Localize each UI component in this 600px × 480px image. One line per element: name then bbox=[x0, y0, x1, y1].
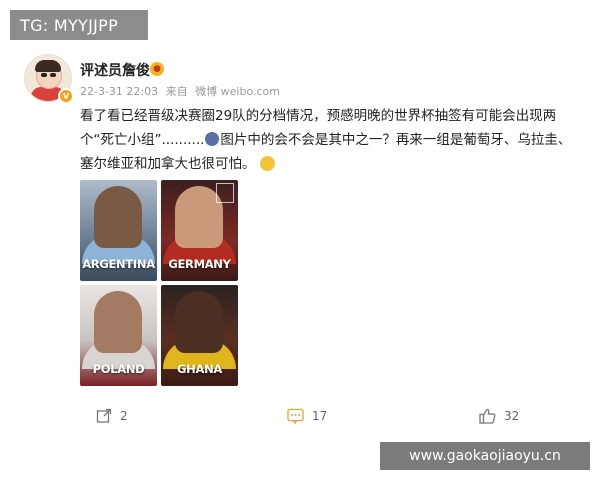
image-tile-argentina[interactable]: ARGENTINA bbox=[80, 180, 157, 281]
tile-logo-icon bbox=[216, 183, 234, 203]
post-meta: 22-3-31 22:03 来自 微博 weibo.com bbox=[80, 83, 284, 99]
country-label: ARGENTINA bbox=[82, 257, 155, 271]
avatar-eye-right bbox=[50, 73, 56, 77]
image-grid: ARGENTINA GERMANY POLAND GHANA bbox=[80, 180, 239, 390]
post-timestamp: 22-3-31 22:03 bbox=[80, 85, 159, 98]
weibo-post-screenshot: TG: MYYJJPP V 评述员詹俊 ● 22-3-31 22:03 来自 微… bbox=[0, 0, 600, 480]
player-head bbox=[94, 186, 142, 248]
image-tile-germany[interactable]: GERMANY bbox=[161, 180, 238, 281]
comment-icon bbox=[287, 408, 304, 424]
repost-count: 2 bbox=[120, 409, 128, 423]
avatar-hair bbox=[35, 60, 61, 72]
watermark-url: www.gaokaojiaoyu.cn bbox=[380, 442, 590, 470]
laughing-emoji-icon bbox=[259, 156, 275, 171]
comment-button[interactable]: 17 bbox=[287, 408, 327, 424]
player-head bbox=[94, 291, 142, 353]
country-label: GERMANY bbox=[168, 257, 231, 271]
repost-button[interactable]: 2 bbox=[96, 408, 128, 424]
share-icon bbox=[96, 408, 112, 423]
emoji-badge-icon: ● bbox=[150, 62, 164, 76]
like-button[interactable]: 32 bbox=[479, 408, 519, 424]
post-source[interactable]: 微博 weibo.com bbox=[195, 85, 280, 98]
avatar-eye-left bbox=[41, 73, 47, 77]
image-tile-ghana[interactable]: GHANA bbox=[161, 285, 238, 386]
post-text: 看了看已经晋级决赛圈29队的分档情况，预感明晚的世界杯抽签有可能会出现两个“死亡… bbox=[80, 104, 580, 176]
comment-count: 17 bbox=[312, 409, 328, 423]
user-name[interactable]: 评述员詹俊 bbox=[80, 60, 150, 80]
country-label: POLAND bbox=[92, 362, 145, 376]
country-label: GHANA bbox=[177, 362, 222, 376]
verified-badge-icon: V bbox=[58, 88, 74, 104]
action-bar: 2 17 32 bbox=[0, 402, 600, 432]
like-count: 32 bbox=[504, 409, 520, 423]
inline-avatar-icon bbox=[205, 132, 220, 146]
player-head bbox=[175, 291, 223, 353]
image-tile-poland[interactable]: POLAND bbox=[80, 285, 157, 386]
thumbs-up-icon bbox=[479, 408, 496, 424]
watermark-tg: TG: MYYJJPP bbox=[10, 10, 148, 40]
post-source-prefix: 来自 bbox=[165, 85, 188, 98]
